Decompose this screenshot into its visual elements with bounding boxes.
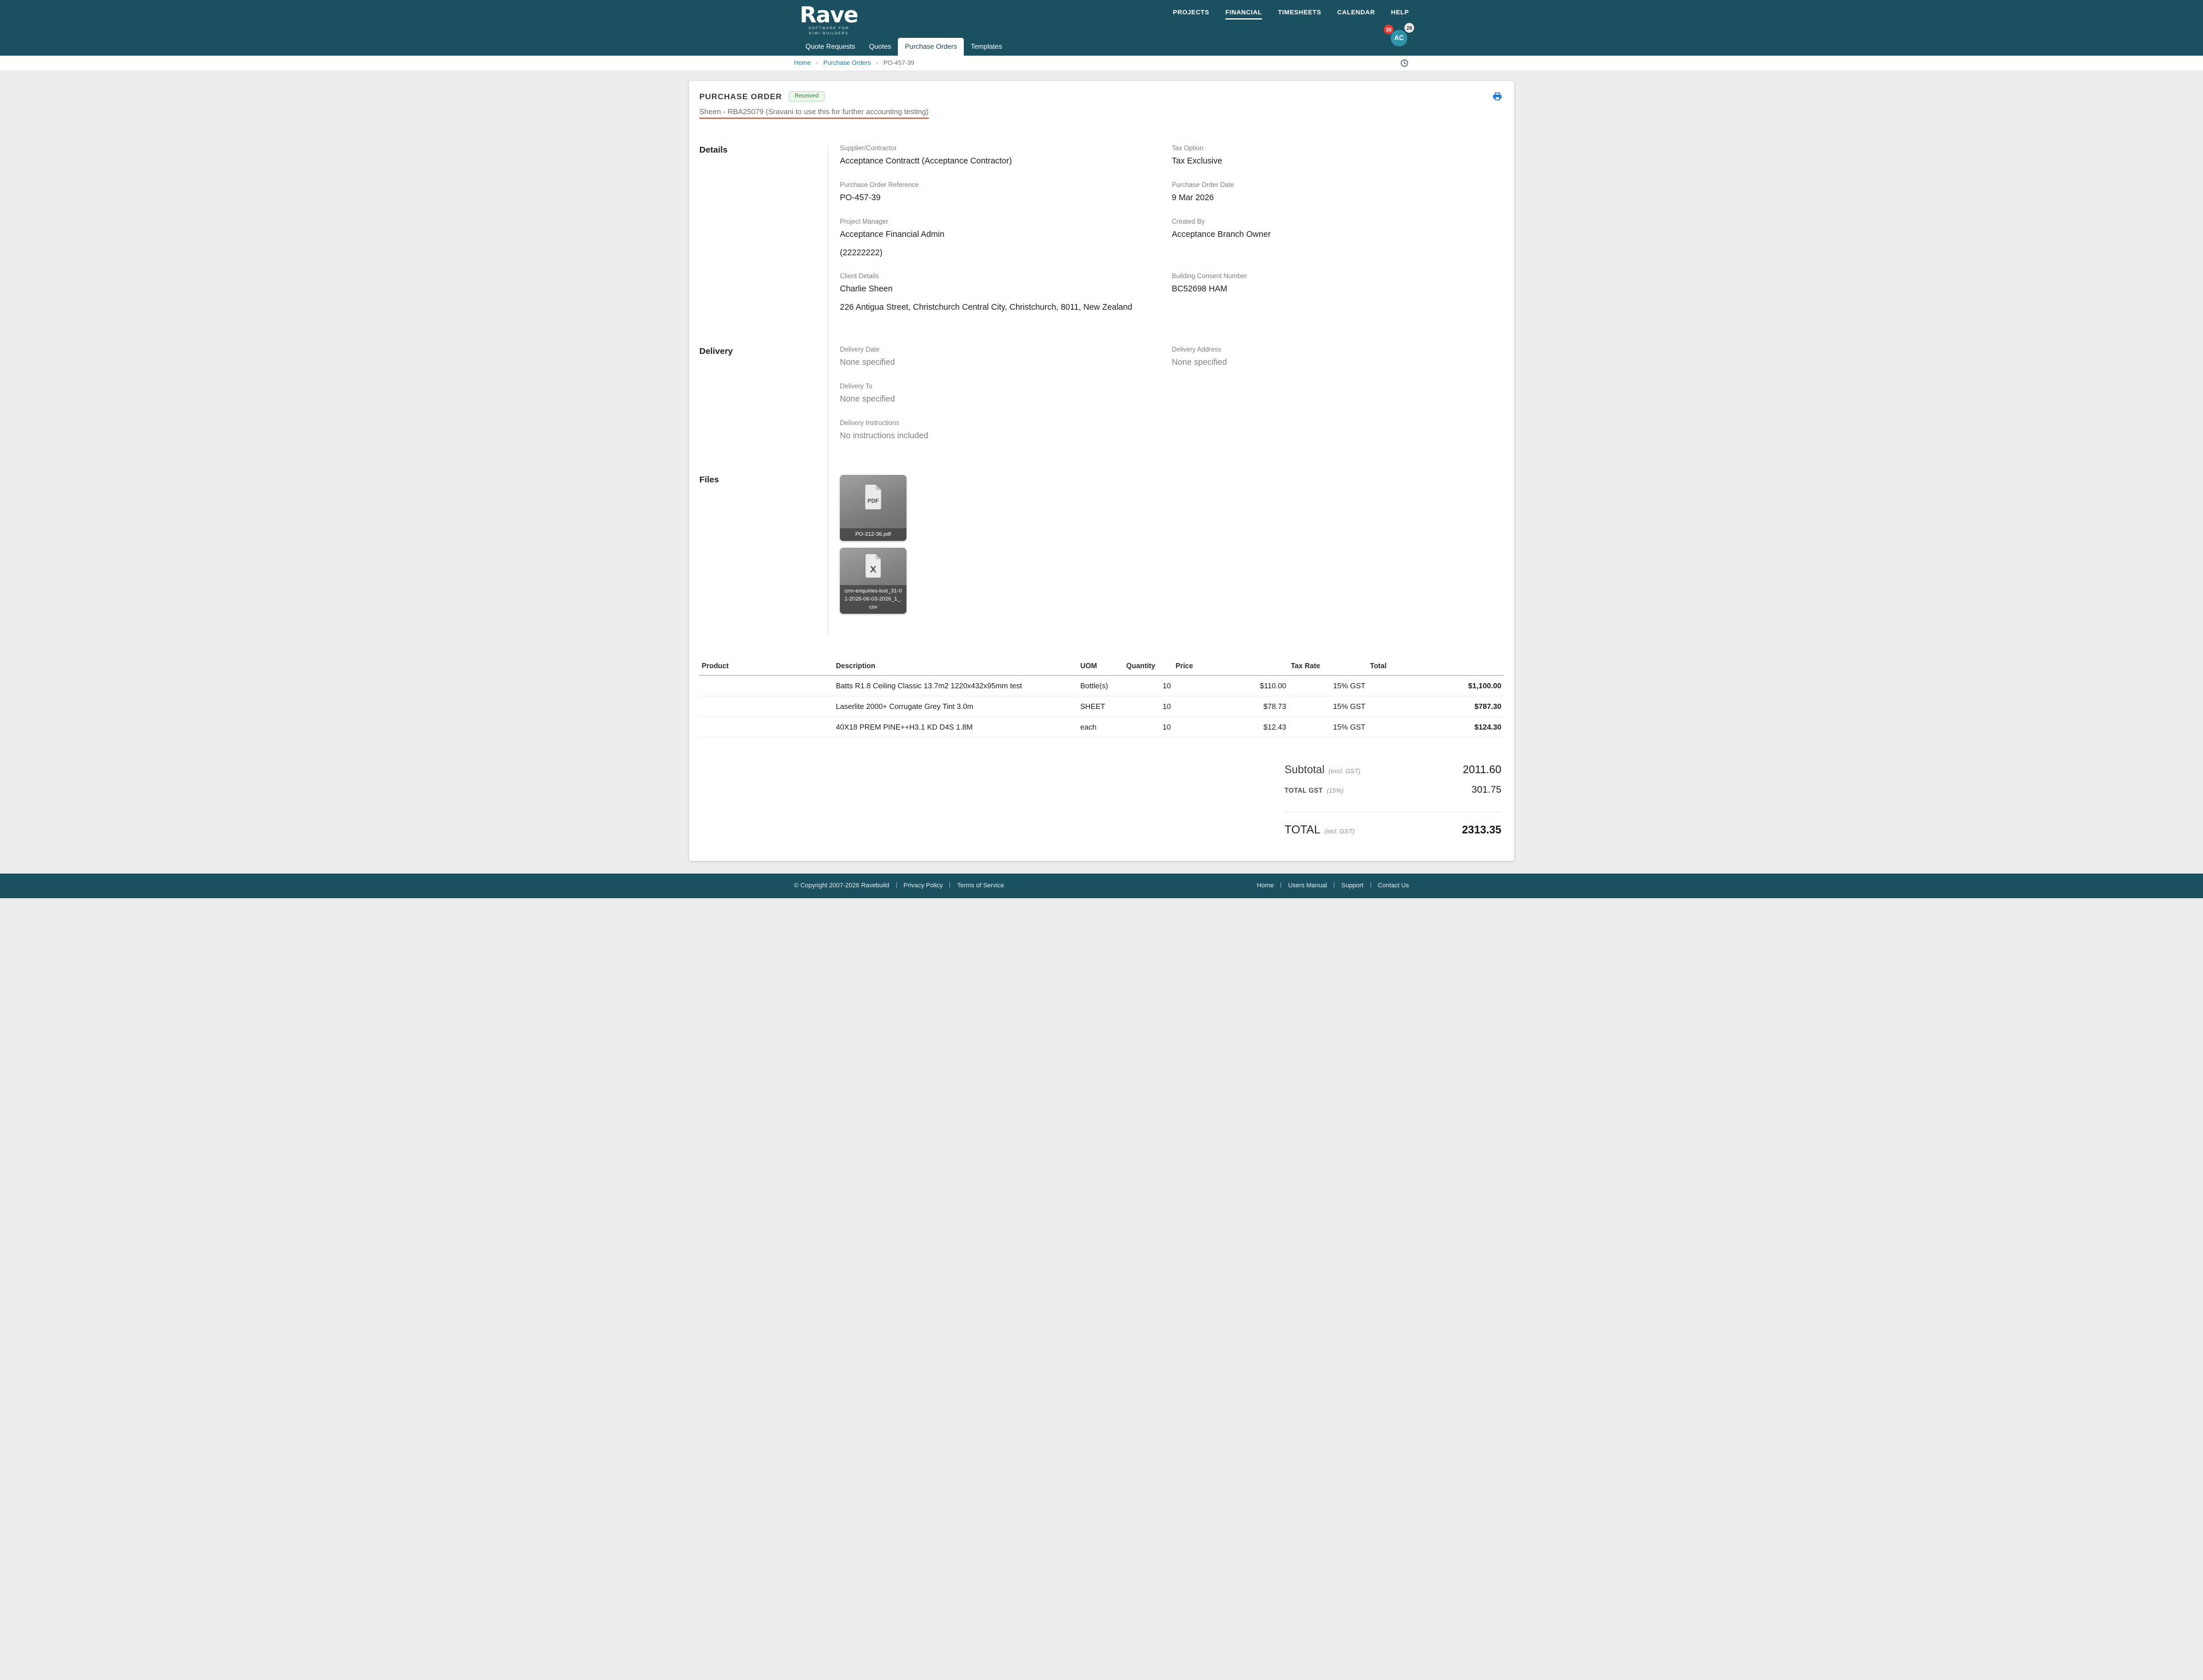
po-reference-field: Purchase Order Reference PO-457-39 [840,181,919,202]
client-address: 226 Antigua Street, Christchurch Central… [840,303,1132,313]
col-total: Total [1368,661,1504,676]
footer-links: Home Users Manual Support Contact Us [1257,882,1409,889]
file-thumbnail-pdf[interactable]: PDF PO-212-36.pdf [840,474,906,541]
delivery-section-body: Delivery Date None specified Delivery Ad… [828,346,1504,475]
nav-help[interactable]: HELP [1391,9,1409,20]
total-value: 2313.35 [1462,824,1501,836]
app-footer: © Copyright 2007-2026 Ravebuild Privacy … [0,873,2203,898]
print-icon[interactable] [1491,90,1504,103]
files-section: Files PDF PO-212-36.pdf X crm-enquiries-… [699,474,1504,634]
delivery-section-title: Delivery [699,346,733,357]
chevron-separator-icon: › [876,60,878,67]
tab-quote-requests[interactable]: Quote Requests [799,38,862,56]
app-header: Rave SOFTWARE FOR KIWI BUILDERS PROJECTS… [0,0,2203,56]
details-section-title: Details [699,145,728,155]
table-row: Batts R1.8 Ceiling Classic 13.7m2 1220x4… [699,675,1504,696]
tab-purchase-orders[interactable]: Purchase Orders [898,38,964,56]
notification-badge-gray[interactable]: 28 [1404,23,1414,33]
table-row: 40X18 PREM PINE++H3.1 KD D4S 1.8M each 1… [699,716,1504,738]
svg-text:PDF: PDF [867,498,879,504]
tab-templates[interactable]: Templates [964,38,1009,56]
divider [949,882,951,889]
col-tax-rate: Tax Rate [1289,661,1368,676]
col-description: Description [834,661,1078,676]
col-uom: UOM [1078,661,1124,676]
footer-support-link[interactable]: Support [1341,882,1364,889]
subtotal-row: Subtotal (excl. GST) 2011.60 [1285,763,1501,776]
building-consent-field: Building Consent Number BC52698 HAM [1171,273,1247,294]
breadcrumb-bar: Home › Purchase Orders › PO-457-39 [0,56,2203,71]
breadcrumb-home[interactable]: Home [794,60,811,67]
files-section-title: Files [699,474,719,485]
logo-tagline: SOFTWARE FOR KIWI BUILDERS [808,26,850,36]
delivery-instructions-field: Delivery Instructions No instructions in… [840,419,928,441]
details-section: Details Supplier/Contractor Acceptance C… [699,145,1504,347]
card-header: PURCHASE ORDER Received [699,90,1504,103]
client-details-field: Client Details Charlie Sheen 226 Antigua… [840,273,1172,313]
chevron-separator-icon: › [816,60,819,67]
nav-calendar[interactable]: CALENDAR [1337,9,1375,20]
line-items-table: Product Description UOM Quantity Price T… [699,661,1504,738]
page-content: PURCHASE ORDER Received Sheen - RBA25079… [0,71,2203,874]
project-manager-phone: (22222222) [840,248,883,258]
logo-wordmark: Rave [800,2,858,28]
table-row: Laserlite 2000+ Corrugate Grey Tint 3.0m… [699,696,1504,717]
delivery-address-field: Delivery Address None specified [1171,346,1227,368]
nav-timesheets[interactable]: TIMESHEETS [1278,9,1321,20]
col-quantity: Quantity [1124,661,1173,676]
privacy-policy-link[interactable]: Privacy Policy [904,882,943,889]
purchase-order-card: PURCHASE ORDER Received Sheen - RBA25079… [689,81,1514,861]
project-manager-field: Project Manager Acceptance Financial Adm… [840,219,1172,259]
svg-text:X: X [870,564,877,575]
col-price: Price [1173,661,1289,676]
file-name: PO-212-36.pdf [840,528,906,541]
file-name: crm-enquiries-lost_31-01-2026-06-03-2026… [840,585,906,614]
page-title: PURCHASE ORDER [699,92,783,101]
po-subtitle: Sheen - RBA25079 (Sravani to use this fo… [699,107,929,119]
footer-users-manual-link[interactable]: Users Manual [1288,882,1327,889]
status-badge: Received [789,91,824,102]
details-section-body: Supplier/Contractor Acceptance Contractt… [828,145,1504,347]
table-header-row: Product Description UOM Quantity Price T… [699,661,1504,676]
po-date-field: Purchase Order Date 9 Mar 2026 [1171,181,1235,202]
delivery-section: Delivery Delivery Date None specified De… [699,346,1504,475]
supplier-field: Supplier/Contractor Acceptance Contractt… [840,145,1012,166]
financial-sub-nav: Quote Requests Quotes Purchase Orders Te… [799,38,1009,56]
tax-option-field: Tax Option Tax Exclusive [1171,145,1223,166]
divider [1280,882,1282,889]
totals-summary: Subtotal (excl. GST) 2011.60 TOTAL GST (15… [1285,764,1504,837]
user-menu[interactable]: 30 28 AC [1383,23,1416,54]
terms-of-service-link[interactable]: Terms of Service [957,882,1004,889]
copyright-text: © Copyright 2007-2026 Ravebuild [794,882,889,889]
col-product: Product [699,661,834,676]
footer-contact-us-link[interactable]: Contact Us [1378,882,1409,889]
csv-file-icon: X [863,553,883,582]
delivery-to-field: Delivery To None specified [840,383,895,404]
files-section-body: PDF PO-212-36.pdf X crm-enquiries-lost_3… [828,474,1504,634]
gst-value: 301.75 [1472,784,1501,795]
total-row: TOTAL (incl. GST) 2313.35 [1285,811,1501,837]
avatar[interactable]: AC [1391,30,1407,46]
divider [896,882,897,889]
notification-badge-red[interactable]: 30 [1384,25,1394,34]
pdf-file-icon: PDF [862,484,884,513]
tab-quotes[interactable]: Quotes [862,38,898,56]
subtotal-value: 2011.60 [1462,763,1501,776]
breadcrumb-current: PO-457-39 [883,60,914,67]
footer-home-link[interactable]: Home [1257,882,1274,889]
file-thumbnail-csv[interactable]: X crm-enquiries-lost_31-01-2026-06-03-20… [840,547,906,614]
history-clock-icon[interactable] [1400,59,1409,68]
nav-financial[interactable]: FINANCIAL [1225,9,1262,20]
gst-row: TOTAL GST (15%) 301.75 [1285,784,1501,795]
footer-legal: © Copyright 2007-2026 Ravebuild Privacy … [794,882,1004,889]
created-by-field: Created By Acceptance Branch Owner [1171,218,1271,239]
primary-nav: PROJECTS FINANCIAL TIMESHEETS CALENDAR H… [1173,9,1409,20]
delivery-date-field: Delivery Date None specified [840,346,895,368]
rave-logo[interactable]: Rave SOFTWARE FOR KIWI BUILDERS [800,2,858,37]
nav-projects[interactable]: PROJECTS [1173,9,1209,20]
breadcrumb: Home › Purchase Orders › PO-457-39 [794,56,1409,71]
breadcrumb-purchase-orders[interactable]: Purchase Orders [823,60,871,67]
